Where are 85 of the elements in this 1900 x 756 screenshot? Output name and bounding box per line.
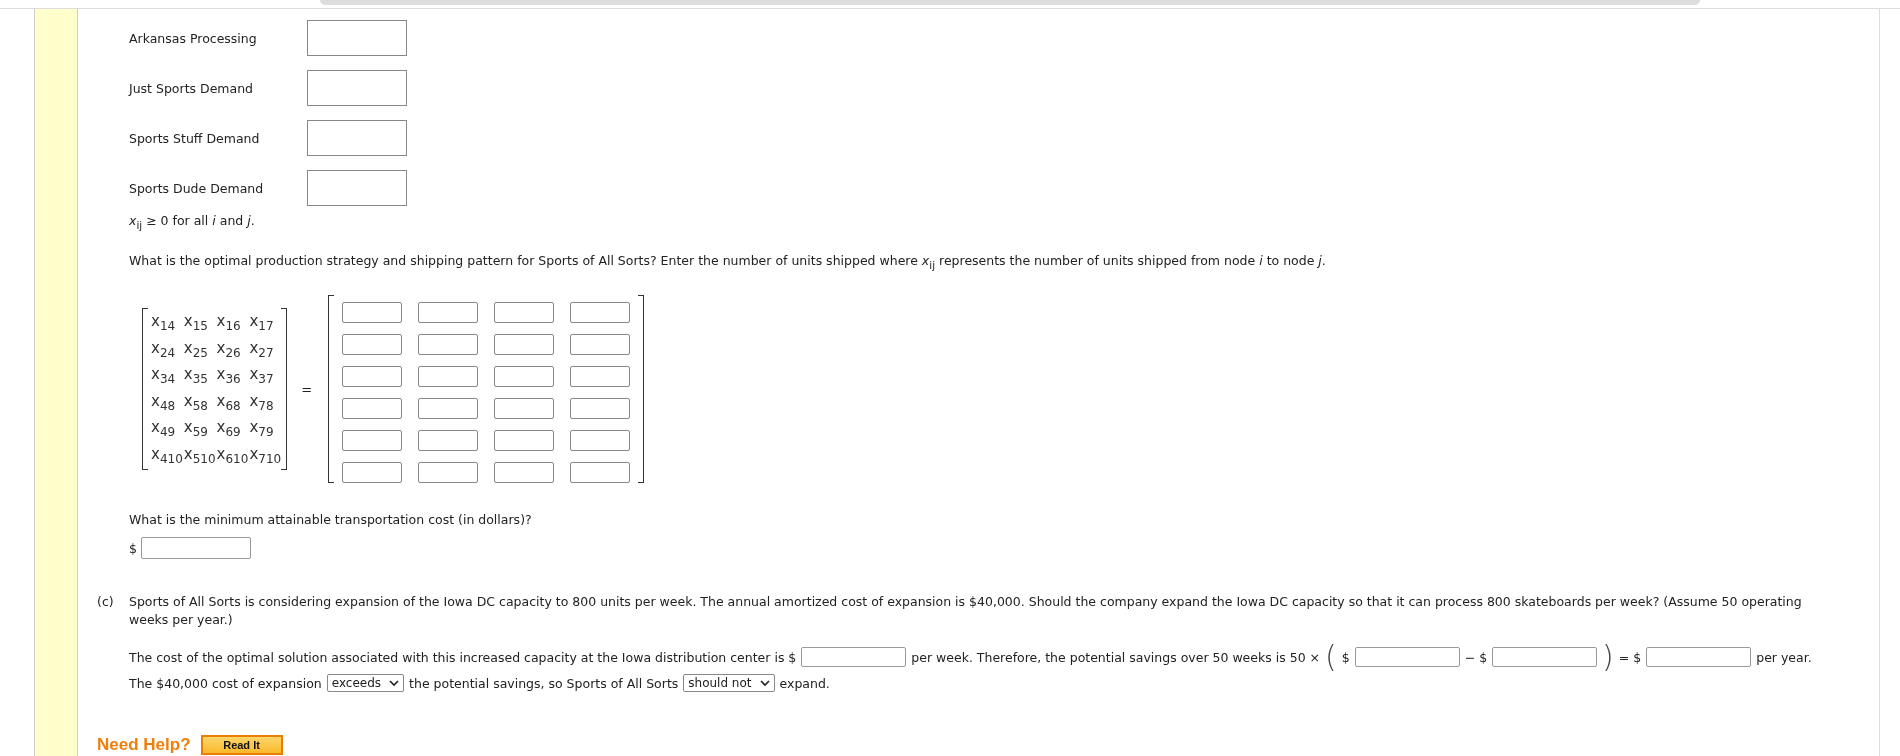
matrix-answer-field[interactable]: [342, 429, 403, 451]
matrix-answer-field[interactable]: [494, 365, 555, 387]
parenthesis: ): [1602, 645, 1614, 669]
answer-field[interactable]: [1646, 647, 1752, 667]
matrix-answer-field[interactable]: [418, 333, 479, 355]
matrix-variable: x$_{16}$: [216, 311, 242, 335]
matrix-variable: x$_{78}$: [249, 390, 275, 415]
matrix-variable: x$_{69}$: [216, 417, 242, 441]
answer-field[interactable]: [307, 20, 407, 56]
sentence-text: per year.: [1756, 649, 1812, 665]
matrix-answer-field[interactable]: [494, 397, 555, 419]
sentence-text: expand.: [779, 675, 830, 691]
matrix-answer-field[interactable]: [418, 429, 479, 451]
currency-symbol: $: [129, 540, 137, 556]
matrix-answer-field[interactable]: [494, 302, 555, 323]
matrix-variable: x$_{14}$: [151, 311, 177, 335]
nonnegativity-text: x$_{ij}$ ≥ 0 for all i and j.: [129, 212, 256, 233]
matrix-answer-field[interactable]: [342, 302, 403, 323]
matrix-answer-field[interactable]: [570, 333, 631, 355]
sentence-text: − $: [1464, 649, 1488, 665]
chevron-down-icon: [759, 679, 770, 687]
part-marker: (c): [97, 593, 115, 611]
matrix-answer-field[interactable]: [570, 365, 631, 387]
matrix-answer-field[interactable]: [342, 461, 403, 483]
matrix-answer-field[interactable]: [570, 429, 631, 451]
answer-field[interactable]: [801, 647, 907, 667]
constraint-label: Sports Dude Demand: [129, 180, 265, 196]
matrix-variable: x$_{17}$: [249, 311, 275, 335]
constraint-label: Just Sports Demand: [129, 80, 255, 96]
sentence-text: The cost of the optimal solution associated with this increased capacity at the Iowa distribution center is $: [129, 649, 797, 665]
matrix-answer-field[interactable]: [570, 397, 631, 419]
cost-field[interactable]: [140, 537, 251, 559]
matrix-variable: x$_{710}$: [249, 443, 282, 468]
constraint-label: Arkansas Processing: [129, 30, 258, 46]
matrix-answer-field[interactable]: [494, 429, 555, 451]
sentence-text: $: [1341, 649, 1350, 665]
matrix-answer-field[interactable]: [418, 302, 479, 323]
matrix-answer-field[interactable]: [494, 333, 555, 355]
matrix-variable: x$_{610}$: [216, 443, 249, 468]
matrix-answer-field[interactable]: [494, 461, 555, 483]
dropdown[interactable]: exceeds: [326, 674, 405, 692]
matrix-variable: x$_{27}$: [249, 337, 275, 362]
matrix-variable: x$_{36}$: [216, 364, 242, 388]
matrix-variable: x$_{48}$: [151, 390, 177, 415]
question-text: Sports of All Sorts is considering expansion of the Iowa DC capacity to 800 units per week. The annual amortized cost of expansion is $40,000. Should the company expand the Iowa DC capacity so that it can process 800 skateboards per week? (Assume 50 operating weeks per year.): [129, 593, 1803, 629]
matrix-variable: x$_{34}$: [151, 364, 177, 388]
matrix-answer-field[interactable]: [342, 397, 403, 419]
matrix-variable: x$_{58}$: [183, 390, 209, 415]
sentence-text: = $: [1618, 649, 1642, 665]
matrix-variable: x$_{510}$: [183, 443, 216, 468]
dropdown[interactable]: should not: [683, 674, 775, 692]
answer-field[interactable]: [1354, 647, 1460, 667]
matrix-variable: x$_{59}$: [183, 417, 209, 441]
answer-field[interactable]: [1492, 647, 1598, 667]
sentence-text: The $40,000 cost of expansion: [129, 675, 322, 691]
matrix-answer-field[interactable]: [570, 461, 631, 483]
matrix-variable: x$_{37}$: [249, 364, 275, 388]
answer-field[interactable]: [307, 120, 407, 156]
matrix-answer-field[interactable]: [342, 333, 403, 355]
matrix-answer-field[interactable]: [418, 461, 479, 483]
answer-field[interactable]: [307, 170, 407, 206]
matrix-answer-field[interactable]: [342, 365, 403, 387]
matrix-variable: x$_{35}$: [183, 364, 209, 388]
help-heading: Need Help?: [97, 735, 191, 755]
matrix-answer-field[interactable]: [418, 365, 479, 387]
matrix-variable: x$_{49}$: [151, 417, 177, 441]
matrix-variable: x$_{79}$: [249, 417, 275, 441]
read-it-button[interactable]: Read It: [200, 735, 283, 755]
sentence-text: the potential savings, so Sports of All Sorts: [409, 675, 679, 691]
constraint-label: Sports Stuff Demand: [129, 130, 261, 146]
matrix-variable: x$_{15}$: [183, 311, 209, 335]
parenthesis: (: [1325, 645, 1337, 669]
matrix-variable: x$_{24}$: [151, 337, 177, 362]
sentence-text: per week. Therefore, the potential savings over 50 weeks is 50 ×: [911, 649, 1321, 665]
question-text: What is the optimal production strategy and shipping pattern for Sports of All Sorts? Enter the number of units shipped where x$_{ij}$ represents the number of units shipped from node i to node j.: [129, 251, 1327, 273]
equals-sign: =: [301, 381, 313, 397]
matrix-answer-field[interactable]: [570, 302, 631, 323]
matrix-variable: x$_{25}$: [183, 337, 209, 362]
question-text: What is the minimum attainable transportation cost (in dollars)?: [129, 511, 533, 529]
matrix-variable: x$_{26}$: [216, 337, 242, 362]
matrix-variable: x$_{68}$: [216, 390, 242, 415]
matrix-answer-field[interactable]: [418, 397, 479, 419]
matrix-variable: x$_{410}$: [151, 443, 183, 468]
answer-field[interactable]: [307, 70, 407, 106]
chevron-down-icon: [389, 679, 400, 687]
